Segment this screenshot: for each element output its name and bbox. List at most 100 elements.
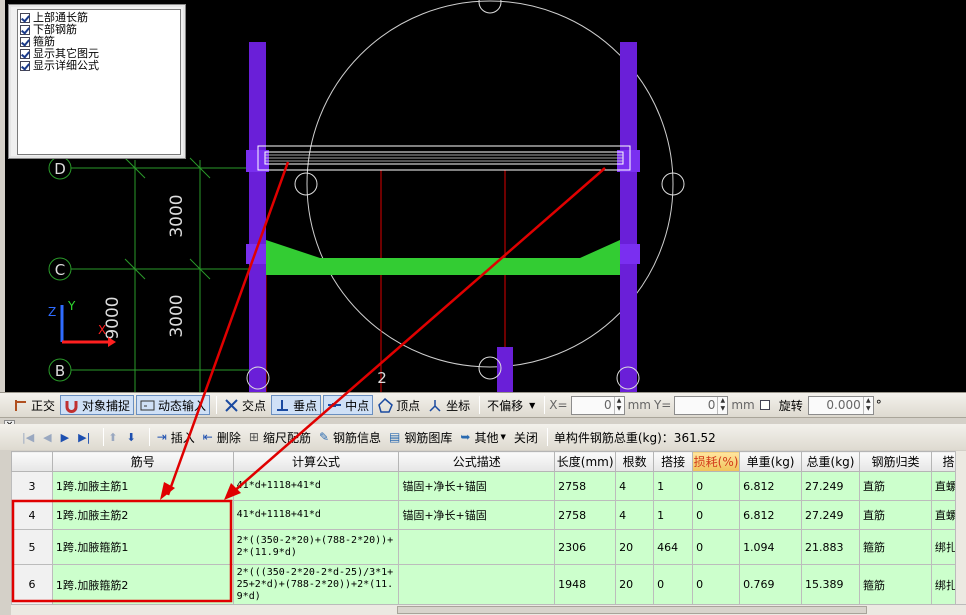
- x-input[interactable]: 0 ▲ ▼: [570, 395, 625, 415]
- rebar-info-button[interactable]: ✎ 钢筋信息: [316, 427, 384, 447]
- col-header-desc[interactable]: 公式描述: [398, 451, 556, 472]
- move-down-icon[interactable]: ⬇: [127, 431, 136, 444]
- ruler-config-button[interactable]: ⊞ 缩尺配筋: [246, 427, 314, 447]
- dynamic-input-button[interactable]: 动态输入: [136, 395, 211, 415]
- cell-unit-weight[interactable]: 1.094: [739, 529, 803, 565]
- spinner-icon[interactable]: ▲ ▼: [613, 396, 624, 414]
- horizontal-scrollbar[interactable]: [11, 604, 966, 615]
- col-header-unit-weight[interactable]: 单重(kg): [739, 451, 803, 472]
- checkbox[interactable]: [20, 37, 30, 47]
- rotate-value: 0.000: [826, 397, 861, 412]
- col-header-total-weight[interactable]: 总重(kg): [801, 451, 860, 472]
- midpoint-snap-button[interactable]: 中点: [323, 395, 374, 415]
- cell-loss[interactable]: 0: [692, 564, 741, 604]
- y-input[interactable]: 0 ▲ ▼: [674, 395, 729, 415]
- layer-item-detail-formula[interactable]: 显示详细公式: [20, 60, 178, 72]
- rebar-library-button[interactable]: ▤ 钢筋图库: [386, 427, 455, 447]
- ortho-button[interactable]: 正交: [10, 395, 58, 415]
- rotate-input[interactable]: 0.000 ▲ ▼: [807, 395, 874, 415]
- cell-formula[interactable]: 41*d+1118+41*d: [232, 500, 400, 530]
- cell-count[interactable]: 20: [615, 564, 655, 604]
- next-record-icon[interactable]: ▶: [61, 431, 69, 444]
- col-header-count[interactable]: 根数: [615, 451, 655, 472]
- coordinate-snap-button[interactable]: 坐标: [425, 395, 473, 415]
- cell-total-weight[interactable]: 21.883: [801, 529, 860, 565]
- col-header-formula[interactable]: 计算公式: [232, 451, 400, 472]
- perpendicular-snap-button[interactable]: 垂点: [271, 395, 322, 415]
- close-button[interactable]: 关闭: [511, 427, 541, 447]
- vertex-label: 顶点: [396, 398, 421, 413]
- cell-lap[interactable]: 1: [653, 471, 694, 501]
- rotate-checkbox[interactable]: [759, 400, 770, 410]
- intersection-snap-button[interactable]: 交点: [221, 395, 269, 415]
- cell-lap[interactable]: 0: [653, 564, 694, 604]
- table-row[interactable]: 5 1跨.加腋箍筋1 2*((350-2*20)+(788-2*20))+2*(…: [11, 529, 966, 565]
- scrollbar-thumb[interactable]: [397, 606, 867, 614]
- cell-unit-weight[interactable]: 6.812: [739, 500, 803, 530]
- table-row[interactable]: 3 1跨.加腋主筋1 41*d+1118+41*d 锚固+净长+锚固 2758 …: [11, 471, 966, 501]
- cell-total-weight[interactable]: 15.389: [801, 564, 860, 604]
- col-header-num: [11, 451, 53, 472]
- checkbox[interactable]: [20, 61, 30, 71]
- cell-length[interactable]: 2758: [554, 500, 617, 530]
- cell-length[interactable]: 2306: [554, 529, 617, 565]
- cell-length[interactable]: 2758: [554, 471, 617, 501]
- cell-desc[interactable]: 锚固+净长+锚固: [398, 500, 556, 530]
- vertex-snap-button[interactable]: 顶点: [375, 395, 423, 415]
- cell-category[interactable]: 直筋: [858, 471, 932, 501]
- cell-length[interactable]: 1948: [554, 564, 617, 604]
- cell-category[interactable]: 箍筋: [858, 529, 932, 565]
- ortho-label: 正交: [31, 398, 56, 413]
- cell-bar-name[interactable]: 1跨.加腋箍筋2: [51, 564, 234, 604]
- cell-lap[interactable]: 1: [653, 500, 694, 530]
- cell-category[interactable]: 直筋: [858, 500, 932, 530]
- spinner-icon[interactable]: ▲ ▼: [862, 396, 873, 414]
- cell-loss[interactable]: 0: [692, 500, 741, 530]
- col-header-bar-no[interactable]: 筋号: [51, 451, 234, 472]
- cell-count[interactable]: 4: [615, 500, 655, 530]
- cell-bar-name[interactable]: 1跨.加腋主筋1: [51, 471, 234, 501]
- cell-desc[interactable]: [398, 564, 556, 604]
- drawing-canvas[interactable]: D C B 3000 3000 9000 2 Z Y X 上部通长筋 下部钢筋 …: [0, 0, 966, 392]
- layer-list: 上部通长筋 下部钢筋 箍筋 显示其它图元 显示详细公式: [17, 9, 181, 155]
- spinner-icon[interactable]: ▲ ▼: [717, 396, 727, 414]
- cell-bar-name[interactable]: 1跨.加腋箍筋1: [51, 529, 234, 565]
- cell-count[interactable]: 20: [615, 529, 655, 565]
- insert-button[interactable]: ⇥ 插入: [154, 427, 198, 447]
- cell-formula[interactable]: 2*(((350-2*20-2*d-25)/3*1+25+2*d)+(788-2…: [232, 564, 400, 604]
- cell-unit-weight[interactable]: 6.812: [739, 471, 803, 501]
- col-header-category[interactable]: 钢筋归类: [858, 451, 932, 472]
- cell-formula[interactable]: 2*((350-2*20)+(788-2*20))+2*(11.9*d): [232, 529, 400, 565]
- col-header-length[interactable]: 长度(mm): [554, 451, 617, 472]
- offset-dropdown[interactable]: 不偏移 ▼: [484, 395, 538, 415]
- cell-formula[interactable]: 41*d+1118+41*d: [232, 471, 400, 501]
- checkbox[interactable]: [20, 49, 30, 59]
- col-header-lap[interactable]: 搭接: [653, 451, 694, 472]
- move-up-icon[interactable]: ⬆: [108, 431, 117, 444]
- checkbox[interactable]: [20, 13, 30, 23]
- other-dropdown[interactable]: ➥ 其他 ▼: [457, 427, 508, 447]
- prev-record-icon[interactable]: ◀: [43, 431, 51, 444]
- vertical-scrollbar[interactable]: [955, 451, 966, 604]
- last-record-icon[interactable]: ▶|: [78, 431, 90, 444]
- cell-loss[interactable]: 0: [692, 471, 741, 501]
- col-header-loss[interactable]: 损耗(%): [692, 451, 741, 472]
- first-record-icon[interactable]: |◀: [22, 431, 34, 444]
- cell-bar-name[interactable]: 1跨.加腋主筋2: [51, 500, 234, 530]
- cell-category[interactable]: 箍筋: [858, 564, 932, 604]
- cell-loss[interactable]: 0: [692, 529, 741, 565]
- table-row[interactable]: 4 1跨.加腋主筋2 41*d+1118+41*d 锚固+净长+锚固 2758 …: [11, 500, 966, 530]
- delete-button[interactable]: ⇤ 删除: [200, 427, 244, 447]
- object-snap-button[interactable]: 对象捕捉: [60, 395, 135, 415]
- coord-label-z: Z: [48, 305, 56, 319]
- cell-unit-weight[interactable]: 0.769: [739, 564, 803, 604]
- cell-total-weight[interactable]: 27.249: [801, 471, 860, 501]
- cell-desc[interactable]: [398, 529, 556, 565]
- table-row[interactable]: 6 1跨.加腋箍筋2 2*(((350-2*20-2*d-25)/3*1+25+…: [11, 564, 966, 604]
- info-icon: ✎: [318, 430, 330, 444]
- cell-desc[interactable]: 锚固+净长+锚固: [398, 471, 556, 501]
- cell-total-weight[interactable]: 27.249: [801, 500, 860, 530]
- cell-count[interactable]: 4: [615, 471, 655, 501]
- cell-lap[interactable]: 464: [653, 529, 694, 565]
- checkbox[interactable]: [20, 25, 30, 35]
